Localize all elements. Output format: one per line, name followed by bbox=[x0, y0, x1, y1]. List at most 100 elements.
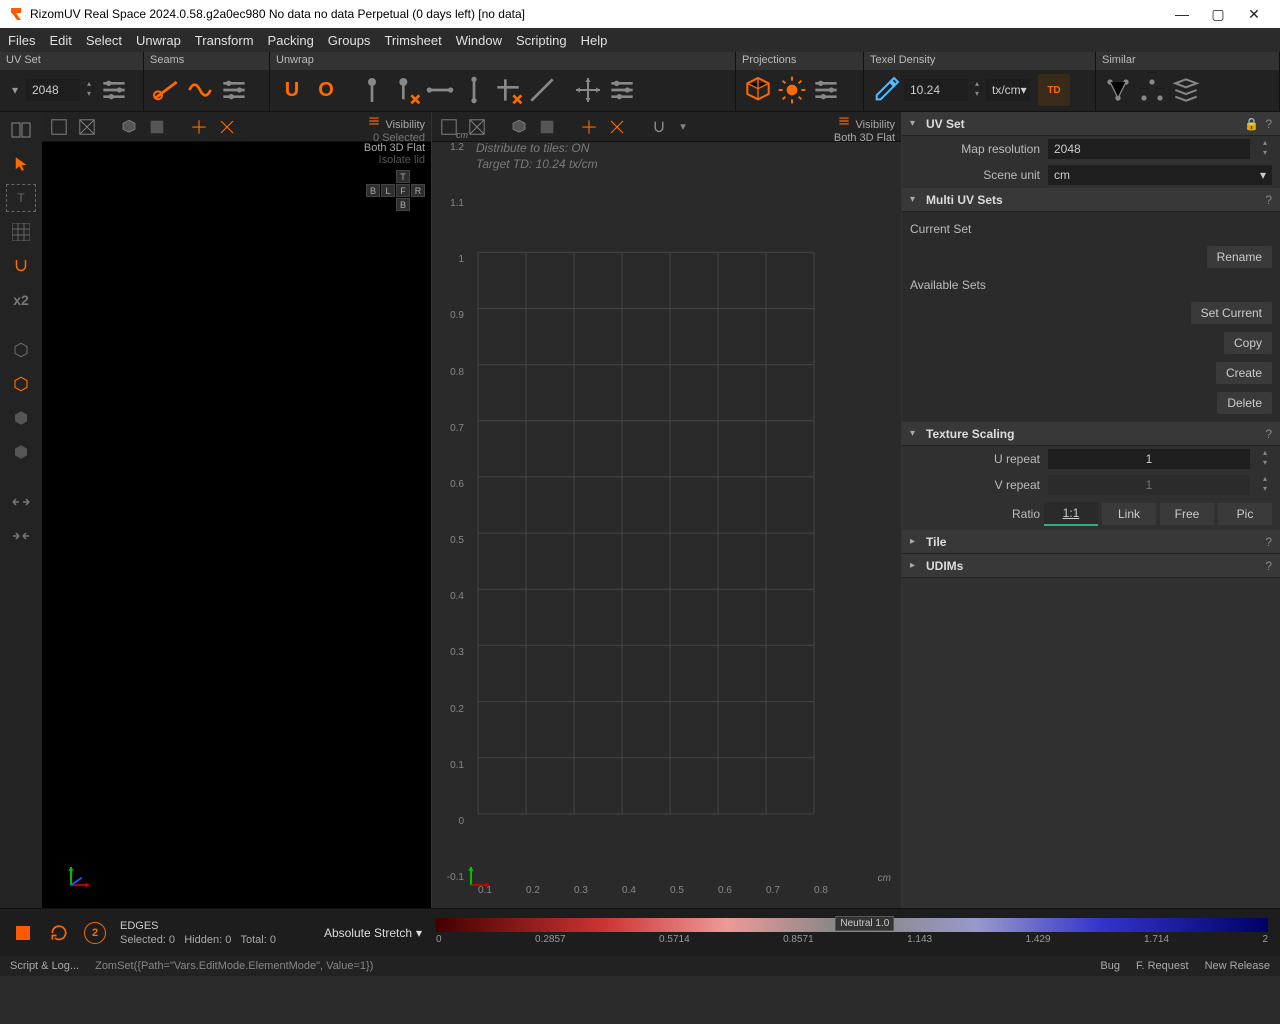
uvset-dropdown-icon[interactable]: ▾ bbox=[6, 74, 24, 106]
menu-select[interactable]: Select bbox=[86, 33, 122, 48]
panel-udims-header[interactable]: ▸ UDIMs ? bbox=[902, 554, 1280, 578]
ratio-11-button[interactable]: 1:1 bbox=[1044, 502, 1098, 526]
tool-magnet-icon[interactable] bbox=[6, 252, 36, 280]
seam-settings-icon[interactable] bbox=[218, 74, 250, 106]
panel-tile-header[interactable]: ▸ Tile ? bbox=[902, 530, 1280, 554]
v3d-both-label[interactable]: Both 3D Flat bbox=[364, 142, 425, 154]
texel-unit-select[interactable]: tx/cm▾ bbox=[986, 79, 1030, 101]
unwrap-move-icon[interactable] bbox=[572, 74, 604, 106]
view-cube[interactable]: T BLFR B bbox=[366, 170, 425, 211]
v3d-frame2-icon[interactable] bbox=[76, 116, 98, 138]
texel-value[interactable]: 10.24 bbox=[904, 79, 968, 101]
set-current-button[interactable]: Set Current bbox=[1191, 302, 1272, 324]
v3d-cube-icon[interactable] bbox=[118, 116, 140, 138]
copy-button[interactable]: Copy bbox=[1224, 332, 1272, 354]
stretch-mode-select[interactable]: Absolute Stretch▾ bbox=[324, 926, 422, 940]
tool-split-h-icon[interactable] bbox=[6, 116, 36, 144]
ratio-free-button[interactable]: Free bbox=[1160, 503, 1214, 525]
scene-unit-select[interactable]: cm▾ bbox=[1048, 165, 1272, 185]
map-res-input[interactable]: 2048 bbox=[1048, 139, 1250, 159]
badge-2-icon[interactable]: 2 bbox=[84, 922, 106, 944]
tool-pointer-icon[interactable] bbox=[6, 150, 36, 178]
v3d-sliders-icon[interactable] bbox=[366, 110, 382, 132]
similar-graph-icon[interactable] bbox=[1102, 74, 1134, 106]
maximize-button[interactable]: ▢ bbox=[1200, 0, 1236, 28]
help-icon[interactable]: ? bbox=[1265, 535, 1272, 549]
help-icon[interactable]: ? bbox=[1265, 427, 1272, 441]
projection-sun-icon[interactable] bbox=[776, 74, 808, 106]
tool-hex-icon[interactable] bbox=[6, 336, 36, 364]
texel-td-icon[interactable]: TD bbox=[1038, 74, 1070, 106]
ratio-link-button[interactable]: Link bbox=[1102, 503, 1156, 525]
tool-grid-icon[interactable] bbox=[6, 218, 36, 246]
menu-packing[interactable]: Packing bbox=[268, 33, 314, 48]
v3d-square-icon[interactable] bbox=[146, 116, 168, 138]
unwrap-vert-icon[interactable] bbox=[458, 74, 490, 106]
axis-gizmo-uv-icon[interactable] bbox=[462, 858, 498, 894]
u-repeat-spinner[interactable]: ▴▾ bbox=[1258, 449, 1272, 469]
viewport-uv[interactable]: ▾ Visibility Both 3D Flat Distribute to … bbox=[432, 112, 902, 908]
bug-link[interactable]: Bug bbox=[1100, 960, 1120, 972]
help-icon[interactable]: ? bbox=[1265, 117, 1272, 131]
loop-icon[interactable] bbox=[48, 922, 70, 944]
tool-text-icon[interactable]: T bbox=[6, 184, 36, 212]
menu-edit[interactable]: Edit bbox=[49, 33, 71, 48]
unwrap-pin-x-icon[interactable] bbox=[390, 74, 422, 106]
menu-transform[interactable]: Transform bbox=[195, 33, 254, 48]
close-button[interactable]: ✕ bbox=[1236, 0, 1272, 28]
unwrap-settings-icon[interactable] bbox=[606, 74, 638, 106]
tool-arrows-out-icon[interactable] bbox=[6, 522, 36, 550]
menu-trimsheet[interactable]: Trimsheet bbox=[384, 33, 441, 48]
u-repeat-input[interactable]: 1 bbox=[1048, 449, 1250, 469]
rename-button[interactable]: Rename bbox=[1207, 246, 1272, 268]
vuv-sliders-icon[interactable] bbox=[836, 110, 852, 132]
v3d-scale-icon[interactable] bbox=[216, 116, 238, 138]
v3d-move-icon[interactable] bbox=[188, 116, 210, 138]
similar-stack-icon[interactable] bbox=[1170, 74, 1202, 106]
projection-settings-icon[interactable] bbox=[810, 74, 842, 106]
tool-arrows-in-icon[interactable] bbox=[6, 488, 36, 516]
panel-uvset-header[interactable]: ▾ UV Set 🔒 ? bbox=[902, 112, 1280, 136]
help-icon[interactable]: ? bbox=[1265, 193, 1272, 207]
menu-help[interactable]: Help bbox=[581, 33, 608, 48]
v-repeat-input[interactable]: 1 bbox=[1048, 475, 1250, 495]
v3d-frame-icon[interactable] bbox=[48, 116, 70, 138]
delete-button[interactable]: Delete bbox=[1217, 392, 1272, 414]
uvset-spinner[interactable]: ▴▾ bbox=[82, 80, 96, 100]
minimize-button[interactable]: — bbox=[1164, 0, 1200, 28]
texel-eyedropper-icon[interactable] bbox=[870, 74, 902, 106]
projection-cube-icon[interactable] bbox=[742, 74, 774, 106]
menu-unwrap[interactable]: Unwrap bbox=[136, 33, 181, 48]
unwrap-pin-icon[interactable] bbox=[356, 74, 388, 106]
viewport-3d[interactable]: Visibility 0 Selected Both 3D Flat Isola… bbox=[42, 112, 432, 908]
seam-cut-icon[interactable] bbox=[150, 74, 182, 106]
texel-spinner[interactable]: ▴▾ bbox=[970, 80, 984, 100]
feature-request-link[interactable]: F. Request bbox=[1136, 960, 1189, 972]
unwrap-o-icon[interactable]: O bbox=[310, 74, 342, 106]
unwrap-cross-x-icon[interactable] bbox=[492, 74, 524, 106]
tool-x2-icon[interactable]: x2 bbox=[6, 286, 36, 314]
new-release-link[interactable]: New Release bbox=[1205, 960, 1270, 972]
tool-hex4-icon[interactable] bbox=[6, 438, 36, 466]
script-log-button[interactable]: Script & Log... bbox=[10, 960, 79, 972]
menu-files[interactable]: Files bbox=[8, 33, 35, 48]
ratio-pic-button[interactable]: Pic bbox=[1218, 503, 1272, 525]
panel-multi-header[interactable]: ▾ Multi UV Sets ? bbox=[902, 188, 1280, 212]
uvset-settings-icon[interactable] bbox=[98, 74, 130, 106]
help-icon[interactable]: ? bbox=[1265, 559, 1272, 573]
create-button[interactable]: Create bbox=[1216, 362, 1272, 384]
unwrap-u-icon[interactable]: U bbox=[276, 74, 308, 106]
tool-hex3-icon[interactable] bbox=[6, 404, 36, 432]
unwrap-horiz-icon[interactable] bbox=[424, 74, 456, 106]
seam-weld-icon[interactable] bbox=[184, 74, 216, 106]
v-repeat-spinner[interactable]: ▴▾ bbox=[1258, 475, 1272, 495]
menu-window[interactable]: Window bbox=[456, 33, 502, 48]
tool-hex2-icon[interactable] bbox=[6, 370, 36, 398]
menu-groups[interactable]: Groups bbox=[328, 33, 371, 48]
stretch-gradient[interactable]: Neutral 1.0 00.28570.57140.85711.1431.42… bbox=[436, 918, 1268, 948]
unwrap-diag-icon[interactable] bbox=[526, 74, 558, 106]
menu-scripting[interactable]: Scripting bbox=[516, 33, 567, 48]
similar-tri-icon[interactable] bbox=[1136, 74, 1168, 106]
map-res-spinner[interactable]: ▴▾ bbox=[1258, 139, 1272, 159]
axis-gizmo-3d-icon[interactable] bbox=[62, 858, 98, 894]
